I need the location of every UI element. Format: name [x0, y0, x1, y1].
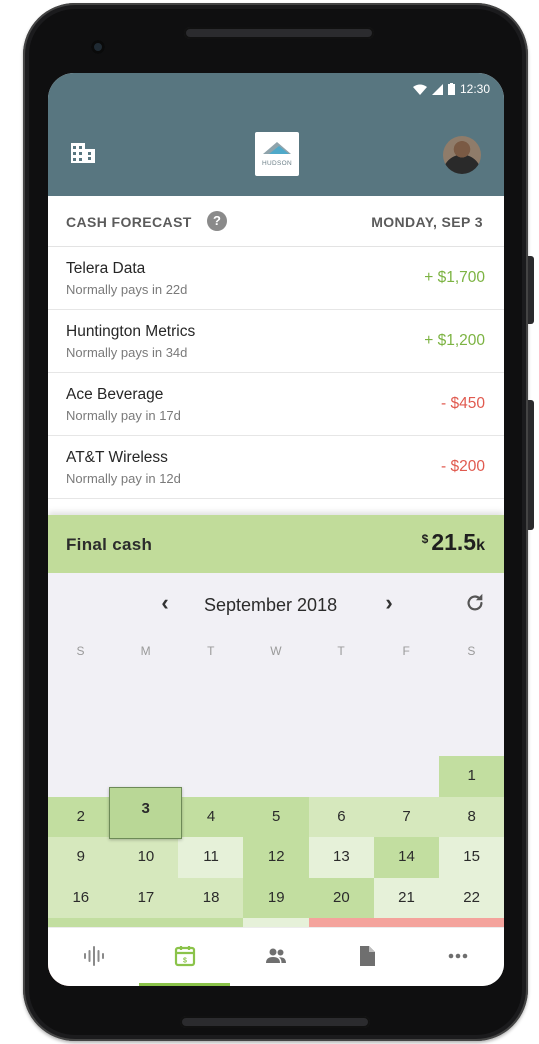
item-subtitle: Normally pays in 34d	[66, 345, 188, 360]
help-icon[interactable]: ?	[207, 211, 227, 231]
refresh-icon[interactable]	[464, 592, 486, 614]
calendar-day[interactable]: 14	[373, 837, 440, 878]
calendar-day[interactable]: 8	[438, 796, 504, 838]
item-name: Huntington Metrics	[66, 323, 196, 340]
forecast-list: Telera Data Normally pays in 22d + $1,70…	[48, 247, 504, 513]
weekday-label: T	[207, 644, 215, 658]
calendar-day[interactable]: 19	[243, 877, 310, 919]
weekday-label: F	[402, 644, 410, 658]
list-item[interactable]: AT&T Wireless Normally pay in 12d - $200	[48, 436, 504, 499]
nav-people[interactable]	[230, 928, 321, 986]
next-month-button[interactable]: ›	[378, 591, 400, 615]
more-icon	[448, 953, 468, 959]
volume-button	[528, 256, 534, 324]
list-item[interactable]: Huntington Metrics Normally pays in 34d …	[48, 310, 504, 373]
front-camera	[91, 40, 105, 54]
nav-activity[interactable]	[48, 928, 139, 986]
calendar-day[interactable]: 22	[438, 877, 504, 919]
calendar: ‹ September 2018 › SMTWTFS 1 2 3 4 5 6 7 8 9 10 11…	[48, 573, 504, 986]
weekday-label: W	[270, 644, 282, 658]
logo-mark-icon	[263, 142, 291, 154]
status-bar: 12:30	[412, 82, 490, 96]
calendar-day[interactable]: 4	[178, 796, 244, 838]
status-time: 12:30	[459, 82, 490, 96]
svg-text:$: $	[183, 958, 187, 965]
logo-text: HUDSON	[262, 160, 292, 167]
calendar-day[interactable]: 1	[438, 756, 504, 797]
calendar-icon: $	[174, 946, 196, 967]
calendar-day[interactable]: 20	[308, 877, 375, 919]
nav-calendar[interactable]: $	[139, 928, 230, 986]
item-subtitle: Normally pay in 17d	[66, 408, 181, 423]
weekday-label: S	[467, 644, 476, 658]
calendar-day[interactable]: 13	[308, 837, 375, 878]
weekday-label: M	[140, 644, 151, 658]
calendar-day[interactable]: 12	[243, 837, 310, 878]
item-name: Telera Data	[66, 260, 146, 277]
calendar-day[interactable]: 21	[373, 877, 440, 919]
item-name: Ace Beverage	[66, 386, 164, 403]
item-amount: + $1,700	[424, 269, 485, 286]
signal-icon	[431, 83, 443, 95]
list-item[interactable]: Telera Data Normally pays in 22d + $1,70…	[48, 247, 504, 310]
bottom-nav: $	[48, 927, 504, 986]
calendar-day[interactable]: 17	[113, 877, 179, 919]
item-subtitle: Normally pays in 22d	[66, 282, 188, 297]
weekday-label: T	[337, 644, 345, 658]
calendar-day[interactable]: 11	[178, 837, 244, 878]
item-amount: + $1,200	[424, 332, 485, 349]
final-cash-value: $21.5k	[422, 529, 485, 556]
calendar-day[interactable]: 16	[48, 877, 114, 919]
battery-icon	[447, 83, 455, 95]
calendar-day[interactable]: 15	[438, 837, 504, 878]
calendar-day[interactable]: 5	[243, 796, 310, 838]
forecast-date: MONDAY, SEP 3	[371, 214, 483, 230]
app-bar: 12:30 HUDSON	[48, 73, 504, 196]
hudson-logo: HUDSON	[255, 132, 299, 176]
item-name: AT&T Wireless	[66, 449, 168, 466]
final-cash-bar: Final cash $21.5k	[48, 515, 504, 573]
activity-icon	[84, 946, 104, 966]
final-cash-currency: $	[421, 532, 429, 546]
user-avatar[interactable]	[443, 136, 481, 174]
item-amount: - $450	[441, 395, 485, 412]
nav-documents[interactable]	[321, 928, 412, 986]
item-subtitle: Normally pay in 12d	[66, 471, 181, 486]
final-cash-amount: 21.5	[431, 529, 477, 555]
weekday-label: S	[76, 644, 85, 658]
document-icon	[360, 946, 375, 966]
calendar-day[interactable]: 2	[48, 796, 114, 838]
forecast-header: CASH FORECAST ? MONDAY, SEP 3	[48, 196, 504, 247]
calendar-day[interactable]: 3	[109, 786, 183, 840]
nav-more[interactable]	[412, 928, 503, 986]
month-title: September 2018	[204, 595, 338, 615]
active-tab-indicator	[139, 983, 230, 986]
list-item[interactable]: Ace Beverage Normally pay in 17d - $450	[48, 373, 504, 436]
bottom-speaker	[180, 1016, 370, 1028]
calendar-day[interactable]: 9	[48, 837, 114, 878]
calendar-day[interactable]: 18	[178, 877, 244, 919]
final-cash-label: Final cash	[66, 535, 153, 554]
calendar-day[interactable]: 6	[308, 796, 375, 838]
building-icon[interactable]	[70, 141, 96, 165]
people-icon	[266, 948, 286, 963]
final-cash-unit: k	[476, 537, 485, 554]
forecast-title: CASH FORECAST	[66, 214, 192, 230]
prev-month-button[interactable]: ‹	[154, 591, 176, 615]
calendar-nav: ‹ September 2018 ›	[48, 573, 504, 635]
calendar-day[interactable]: 10	[113, 837, 179, 878]
power-button	[528, 400, 534, 530]
app-screen: 12:30 HUDSON CASH FORECAST ? MONDAY, SEP…	[48, 73, 504, 986]
calendar-day[interactable]: 7	[373, 796, 440, 838]
top-speaker	[184, 27, 374, 39]
wifi-icon	[412, 84, 427, 95]
item-amount: - $200	[441, 458, 485, 475]
